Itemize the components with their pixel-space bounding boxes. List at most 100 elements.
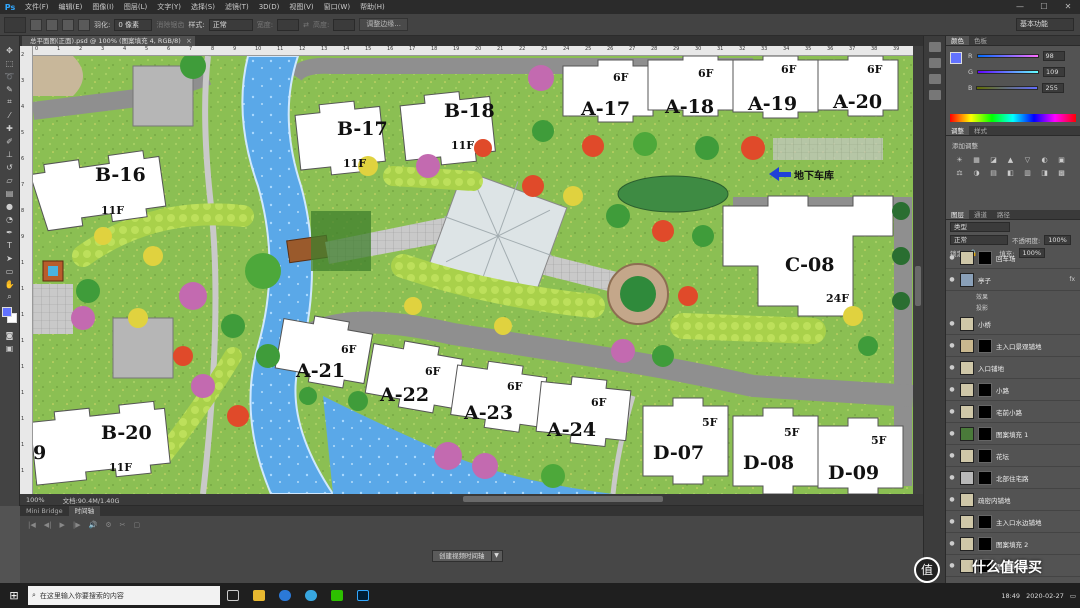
crop-tool-icon[interactable]: ⌗ — [3, 96, 17, 108]
split-icon[interactable]: ✂ — [120, 521, 126, 529]
visibility-eye-icon[interactable]: ● — [948, 518, 956, 525]
refine-edge-button[interactable]: 调整边缘... — [359, 18, 408, 31]
blur-tool-icon[interactable]: ● — [3, 200, 17, 212]
color-swatches[interactable] — [1, 307, 18, 325]
color-spectrum[interactable] — [950, 114, 1076, 122]
layer-row[interactable]: ● 疏密内铺地 — [946, 489, 1080, 511]
task-view-icon[interactable] — [220, 583, 246, 608]
vertical-scrollbar[interactable] — [913, 46, 923, 494]
style-select[interactable]: 正常 — [208, 18, 253, 31]
visibility-eye-icon[interactable]: ● — [948, 320, 956, 327]
layer-row[interactable]: ● 图案填充 1 — [946, 423, 1080, 445]
maximize-button[interactable]: ☐ — [1032, 0, 1056, 14]
layer-row[interactable]: ● 亭子 fx — [946, 269, 1080, 291]
tab-paths[interactable]: 路径 — [992, 210, 1015, 219]
edge-browser-icon[interactable] — [272, 583, 298, 608]
antialias-checkbox[interactable]: 消除锯齿 — [156, 20, 184, 30]
posterize-icon[interactable]: ◨ — [1039, 169, 1050, 178]
tab-timeline[interactable]: 时间轴 — [68, 506, 101, 516]
tab-adjustments[interactable]: 调整 — [946, 126, 969, 135]
screen-mode-icon[interactable]: ▣ — [3, 342, 17, 354]
layer-mask-thumbnail[interactable] — [978, 404, 992, 419]
marquee-tool-icon[interactable]: ⬚ — [3, 57, 17, 69]
layer-filter-select[interactable]: 类型 — [950, 222, 1010, 232]
visibility-eye-icon[interactable]: ● — [948, 496, 956, 503]
visibility-eye-icon[interactable]: ● — [948, 408, 956, 415]
vertical-scroll-thumb[interactable] — [915, 266, 921, 306]
hue-saturation-icon[interactable]: ◐ — [1039, 156, 1050, 165]
layer-mask-thumbnail[interactable] — [978, 448, 992, 463]
blue-value-input[interactable]: 255 — [1042, 83, 1065, 93]
minimize-button[interactable]: — — [1008, 0, 1032, 14]
layer-thumbnail[interactable] — [960, 404, 974, 419]
menu-image[interactable]: 图像(I) — [87, 2, 119, 12]
layer-thumbnail[interactable] — [960, 426, 974, 441]
shape-tool-icon[interactable]: ▭ — [3, 265, 17, 277]
transition-icon[interactable]: ▢ — [134, 521, 141, 529]
menu-filter[interactable]: 滤镜(T) — [220, 2, 254, 12]
layer-effect-row[interactable]: 投影 — [946, 302, 1080, 313]
move-tool-icon[interactable]: ✥ — [3, 44, 17, 56]
visibility-eye-icon[interactable]: ● — [948, 562, 956, 569]
visibility-eye-icon[interactable]: ● — [948, 342, 956, 349]
tab-swatches[interactable]: 色板 — [969, 36, 992, 45]
audio-icon[interactable]: 🔊 — [89, 521, 98, 529]
layer-mask-thumbnail[interactable] — [978, 470, 992, 485]
properties-icon[interactable] — [928, 58, 941, 68]
zoom-tool-icon[interactable]: ⌕ — [3, 291, 17, 303]
layer-thumbnail[interactable] — [960, 470, 974, 485]
layer-thumbnail[interactable] — [960, 316, 974, 331]
visibility-eye-icon[interactable]: ● — [948, 254, 956, 261]
layer-thumbnail[interactable] — [960, 492, 974, 507]
paragraph-icon[interactable] — [928, 90, 941, 100]
swap-icon[interactable]: ⇄ — [303, 21, 309, 29]
settings-icon[interactable]: ⚙ — [105, 521, 111, 529]
layer-effect-row[interactable]: 效果 — [946, 291, 1080, 302]
document-tab[interactable]: 总平面图(正面).psd @ 100% (图案填充 4, RGB/8) × — [22, 36, 195, 46]
document-canvas[interactable]: A-17 6F A-18 6F A-19 6F A-20 6F B-17 11F… — [33, 56, 913, 494]
layer-row[interactable]: ● 宅前小路 — [946, 401, 1080, 423]
add-selection-icon[interactable] — [46, 18, 58, 31]
brush-tool-icon[interactable]: ✐ — [3, 135, 17, 147]
clock-date[interactable]: 2020-02-27 — [1026, 592, 1064, 600]
width-input[interactable] — [277, 18, 300, 31]
layer-mask-thumbnail[interactable] — [978, 514, 992, 529]
menu-3d[interactable]: 3D(D) — [254, 3, 285, 11]
history-icon[interactable] — [928, 42, 941, 52]
path-select-icon[interactable]: ➤ — [3, 252, 17, 264]
play-icon[interactable]: ▶ — [60, 521, 65, 529]
new-selection-icon[interactable] — [30, 18, 42, 31]
lasso-tool-icon[interactable]: ➰ — [3, 70, 17, 82]
levels-icon[interactable]: ▦ — [971, 156, 982, 165]
layer-row[interactable]: ● 主入口水边铺地 — [946, 511, 1080, 533]
black-white-icon[interactable]: ⚖ — [954, 169, 965, 178]
layer-thumbnail[interactable] — [960, 448, 974, 463]
layer-thumbnail[interactable] — [960, 250, 974, 265]
chevron-down-icon[interactable]: ▼ — [491, 550, 503, 562]
foreground-color-swatch[interactable] — [1, 307, 12, 317]
type-tool-icon[interactable]: T — [3, 239, 17, 251]
menu-select[interactable]: 选择(S) — [186, 2, 220, 12]
taskbar-search-box[interactable]: ⌕ 在这里输入你要搜索的内容 — [28, 586, 220, 605]
document-size[interactable]: 文档:90.4M/1.40G — [63, 495, 120, 505]
visibility-eye-icon[interactable]: ● — [948, 430, 956, 437]
curves-icon[interactable]: ◪ — [988, 156, 999, 165]
gradient-tool-icon[interactable]: ▤ — [3, 187, 17, 199]
gradient-map-icon[interactable]: ▩ — [1056, 169, 1067, 178]
clock-time[interactable]: 18:49 — [1001, 592, 1020, 600]
zoom-level[interactable]: 100% — [26, 496, 45, 504]
horizontal-scroll-thumb[interactable] — [463, 496, 663, 502]
layer-row[interactable]: ● 小路 — [946, 379, 1080, 401]
menu-view[interactable]: 视图(V) — [284, 2, 318, 12]
layer-row[interactable]: ● 花坛 — [946, 445, 1080, 467]
current-color-swatch[interactable] — [950, 52, 962, 64]
menu-file[interactable]: 文件(F) — [20, 2, 54, 12]
layers-list[interactable]: ● 回车场 ● 亭子 fx 效果 投影 ● 小桥 ● 主入口景观铺地 ● 入口铺地 ● 小路 ● 宅前小路 ● 图案… — [946, 247, 1080, 583]
history-brush-icon[interactable]: ↺ — [3, 161, 17, 173]
workspace-select[interactable]: 基本功能 — [1016, 18, 1074, 31]
visibility-eye-icon[interactable]: ● — [948, 452, 956, 459]
visibility-eye-icon[interactable]: ● — [948, 540, 956, 547]
close-button[interactable]: ✕ — [1056, 0, 1080, 14]
tab-color[interactable]: 颜色 — [946, 36, 969, 45]
channel-mixer-icon[interactable]: ▤ — [988, 169, 999, 178]
